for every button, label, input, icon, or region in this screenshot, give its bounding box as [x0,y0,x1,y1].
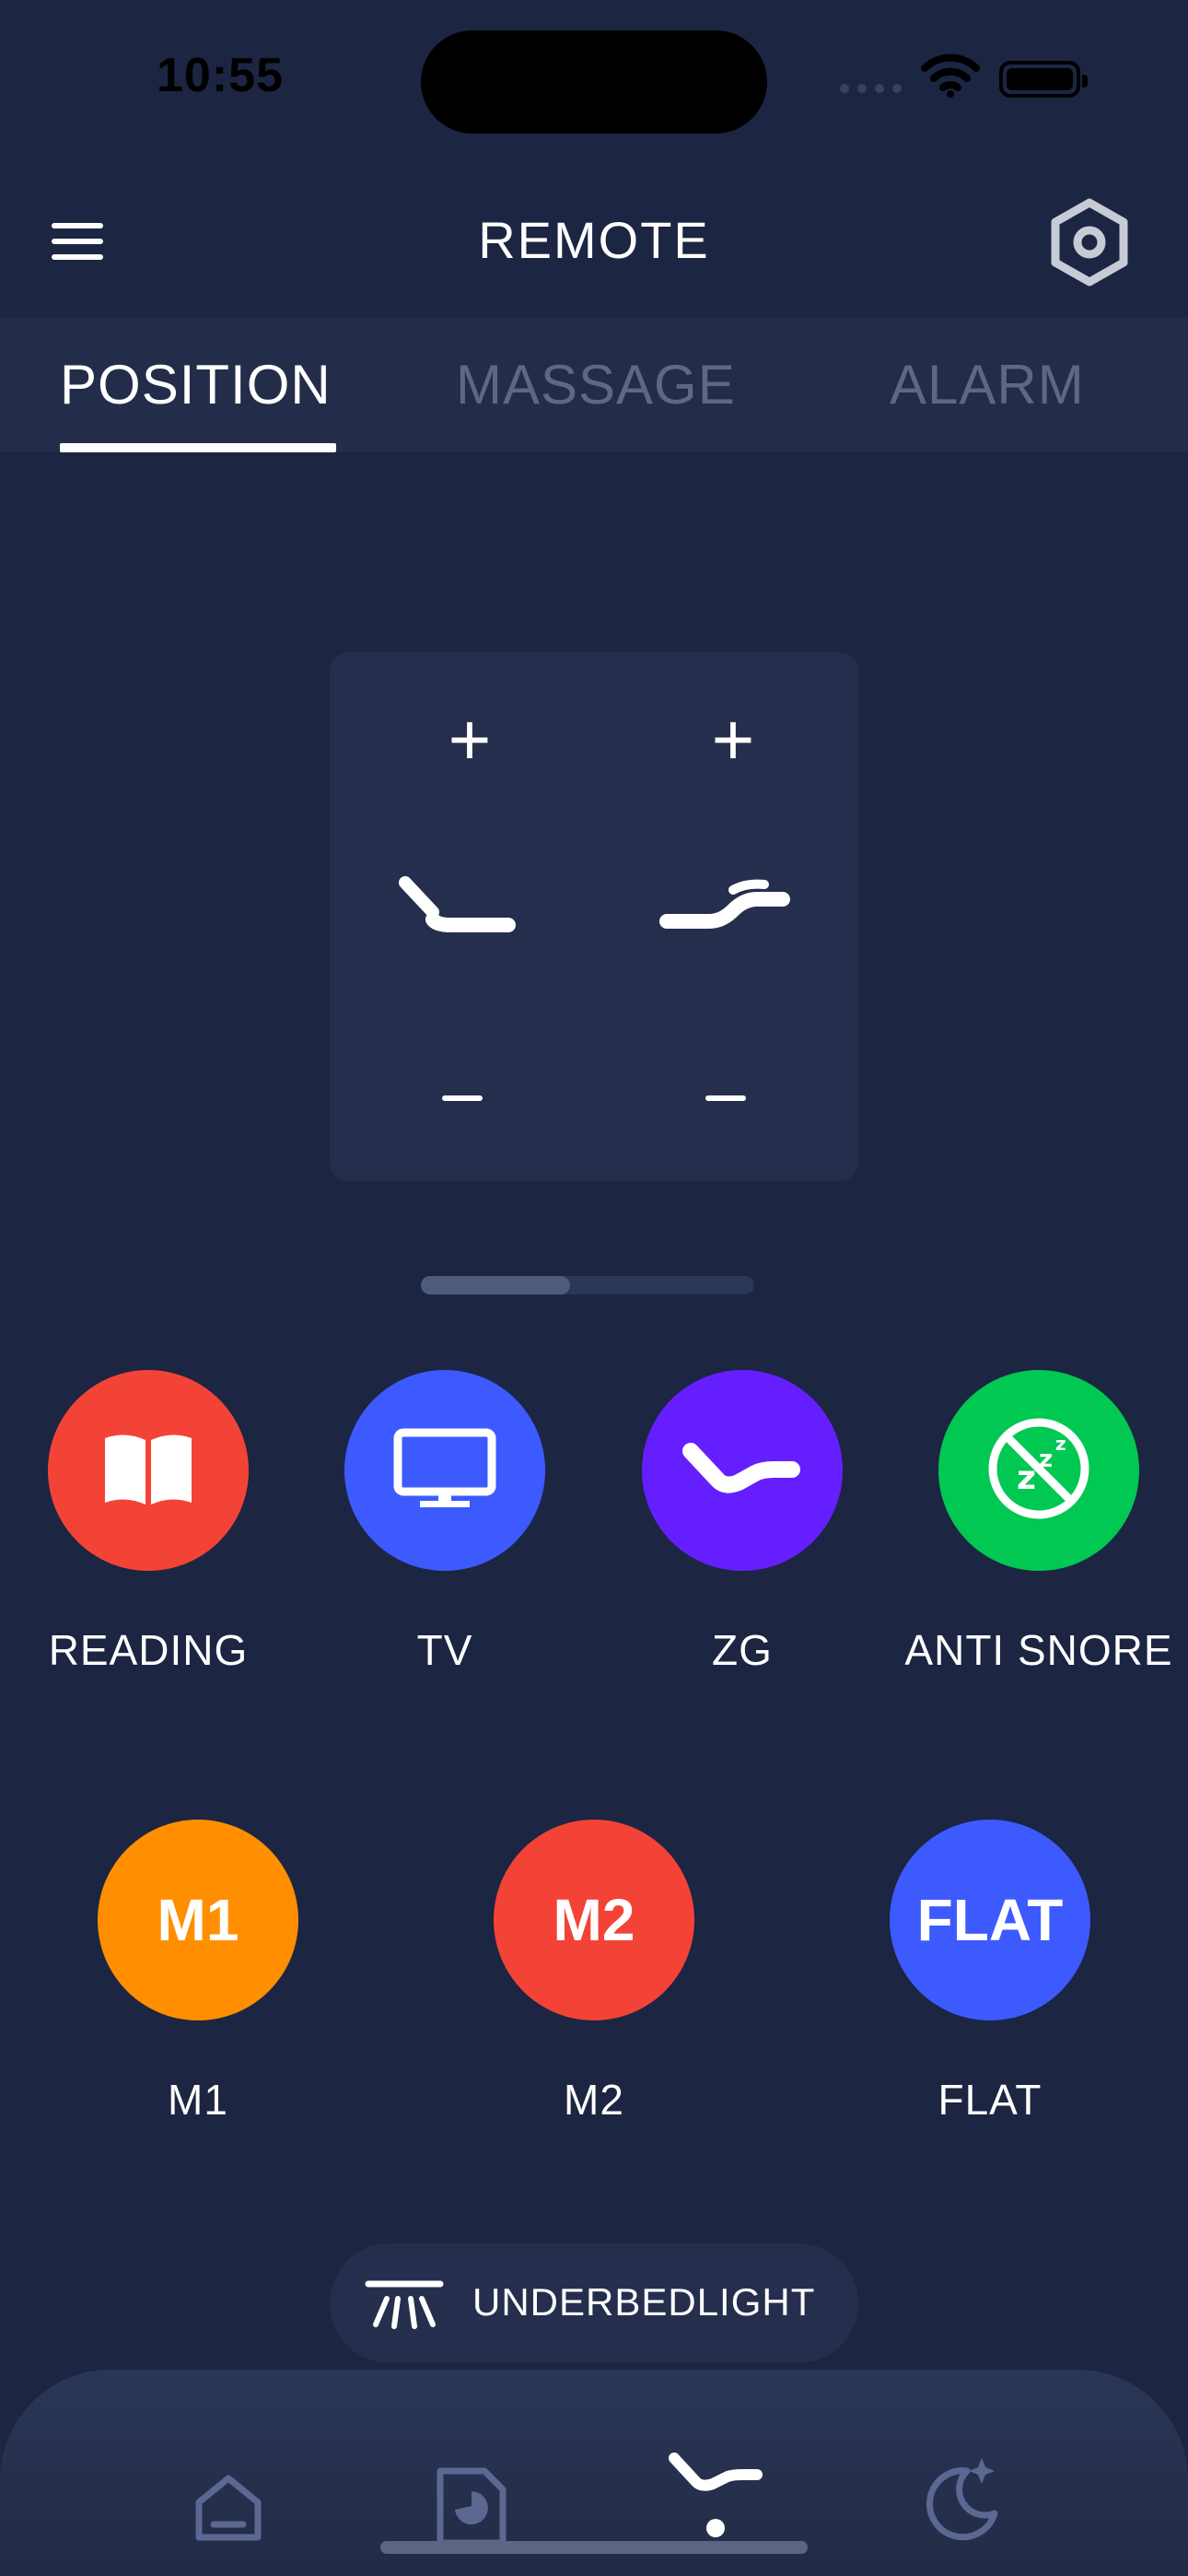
reading-label: READING [48,1626,249,1674]
active-tab-indicator [60,443,336,452]
m1-badge: M1 [157,1887,239,1953]
tv-icon [392,1427,497,1515]
anti-snore-button[interactable]: z z z [938,1370,1139,1571]
book-icon [98,1427,199,1515]
underbed-light-button[interactable]: UNDERBEDLIGHT [330,2243,858,2363]
active-nav-indicator [706,2519,725,2537]
reading-button[interactable] [48,1370,249,1571]
wifi-icon [921,53,980,102]
page-indicator-thumb [421,1276,570,1294]
home-icon[interactable] [192,2471,265,2549]
battery-icon [999,61,1088,98]
tv-label: TV [416,1626,473,1674]
svg-text:z: z [1017,1459,1036,1497]
m2-badge: M2 [553,1887,635,1953]
head-down-button[interactable] [442,1095,483,1101]
head-position-icon [396,873,525,943]
page-title: REMOTE [478,211,710,269]
foot-down-button[interactable] [705,1095,746,1101]
svg-text:z: z [1039,1446,1053,1473]
svg-text:z: z [1055,1433,1066,1455]
hexagon-settings-icon[interactable] [1050,198,1129,291]
cellular-signal-icon [840,81,910,98]
moon-icon[interactable] [914,2454,1006,2551]
m2-button[interactable]: M2 [494,1820,694,2020]
status-time: 10:55 [157,49,284,102]
home-indicator[interactable] [380,2541,808,2554]
tab-position[interactable]: POSITION [60,353,332,416]
no-snore-icon: z z z [984,1413,1094,1528]
flat-button[interactable]: FLAT [890,1820,1090,2020]
tab-massage[interactable]: MASSAGE [456,353,736,416]
tab-alarm[interactable]: ALARM [890,353,1085,416]
m1-label: M1 [168,2076,228,2124]
report-icon[interactable] [433,2465,510,2553]
anti-snore-label: ANTI SNORE [904,1626,1173,1674]
m1-button[interactable]: M1 [98,1820,298,2020]
underbed-light-label: UNDERBEDLIGHT [472,2280,816,2324]
foot-position-icon [654,862,801,941]
zero-gravity-icon [678,1436,807,1505]
zg-button[interactable] [642,1370,843,1571]
zg-label: ZG [712,1626,773,1674]
tab-bar: POSITION MASSAGE ALARM [0,318,1188,452]
bed-remote-icon[interactable] [665,2449,766,2509]
light-rays-icon [363,2277,446,2336]
dynamic-island [421,30,767,134]
position-control-panel: + + [330,652,858,1181]
flat-label: FLAT [938,2076,1042,2124]
foot-up-button[interactable]: + [696,703,770,777]
flat-badge: FLAT [916,1887,1064,1953]
tv-button[interactable] [344,1370,545,1571]
head-up-button[interactable]: + [433,703,507,777]
m2-label: M2 [564,2076,624,2124]
